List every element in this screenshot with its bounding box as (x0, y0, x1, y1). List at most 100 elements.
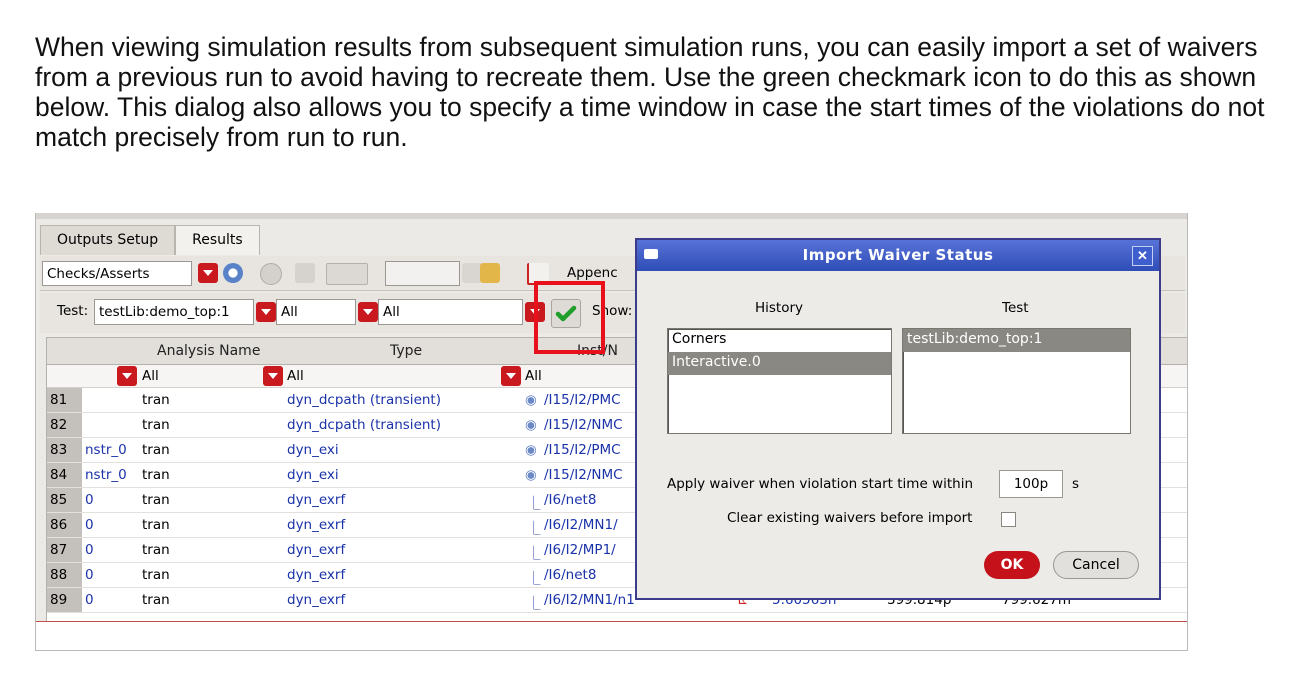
apply-waiver-label: Apply waiver when violation start time w… (667, 476, 974, 492)
spin-icon[interactable] (462, 263, 482, 283)
config-icon[interactable] (295, 263, 315, 283)
dialog-title-text: Import Waiver Status (802, 246, 994, 264)
row-type[interactable]: dyn_exrf (287, 592, 345, 608)
row-inst[interactable]: /I6/I2/MN1/ (544, 517, 618, 533)
view-select[interactable]: Checks/Asserts (42, 261, 192, 286)
row-number: 83 (47, 438, 82, 462)
dialog-title: Import Waiver Status (637, 240, 1159, 271)
filter-analysis-value[interactable]: All (142, 368, 159, 384)
row-analysis: tran (142, 442, 170, 458)
row-number: 86 (47, 513, 82, 537)
page-field[interactable] (385, 261, 460, 286)
waived-icon: ◉ (525, 392, 537, 408)
row-inst[interactable]: /I15/I2/PMC (544, 442, 621, 458)
filter-analysis-icon[interactable] (117, 366, 137, 386)
row-type[interactable]: dyn_exrf (287, 517, 345, 533)
waived-icon: ◉ (525, 442, 537, 458)
cancel-button[interactable]: Cancel (1053, 551, 1139, 579)
test-item[interactable]: testLib:demo_top:1 (903, 329, 1130, 352)
screenshot-bottom-band (36, 621, 1187, 650)
intro-paragraph: When viewing simulation results from sub… (35, 32, 1265, 152)
filter-inst-value[interactable]: All (525, 368, 542, 384)
row-analysis: tran (142, 592, 170, 608)
ok-button[interactable]: OK (984, 551, 1040, 579)
tab-bar: Outputs Setup Results (40, 225, 260, 255)
row-analysis: tran (142, 542, 170, 558)
row-name[interactable]: 0 (85, 517, 94, 533)
filter-icon[interactable] (326, 263, 368, 285)
test-label: Test: (57, 303, 89, 319)
row-inst[interactable]: /I6/I2/MP1/ (544, 542, 616, 558)
row-type[interactable]: dyn_exrf (287, 492, 345, 508)
waived-icon: ◉ (525, 467, 537, 483)
time-unit-label: s (1072, 476, 1080, 492)
append-label[interactable]: Appenc (567, 265, 618, 281)
row-number: 84 (47, 463, 82, 487)
refresh-icon[interactable] (223, 263, 243, 283)
tab-outputs-setup[interactable]: Outputs Setup (40, 225, 176, 255)
row-number: 88 (47, 563, 82, 587)
edge-icon: ⎿ (527, 596, 541, 612)
row-name[interactable]: 0 (85, 567, 94, 583)
filter-type-icon[interactable] (263, 366, 283, 386)
clear-waivers-label: Clear existing waivers before import (727, 510, 973, 526)
edge-icon: ⎿ (527, 546, 541, 562)
row-type[interactable]: dyn_exi (287, 467, 339, 483)
edge-icon: ⎿ (527, 496, 541, 512)
row-type[interactable]: dyn_exrf (287, 542, 345, 558)
test-list[interactable]: testLib:demo_top:1 (902, 328, 1131, 434)
row-number: 85 (47, 488, 82, 512)
row-type[interactable]: dyn_dcpath (transient) (287, 392, 441, 408)
row-inst[interactable]: /I6/net8 (544, 567, 596, 583)
row-type[interactable]: dyn_dcpath (transient) (287, 417, 441, 433)
filter-select-1[interactable]: All (276, 299, 356, 325)
view-select-dropdown-icon[interactable] (198, 263, 218, 283)
row-name[interactable]: nstr_0 (85, 467, 127, 483)
history-item-interactive[interactable]: Interactive.0 (668, 352, 891, 375)
row-name[interactable]: 0 (85, 492, 94, 508)
highlight-box (534, 281, 605, 354)
filter-type-value[interactable]: All (287, 368, 304, 384)
col-analysis-name[interactable]: Analysis Name (157, 343, 260, 359)
row-analysis: tran (142, 392, 170, 408)
row-analysis: tran (142, 467, 170, 483)
test-select-dropdown-icon[interactable] (256, 302, 276, 322)
row-inst[interactable]: /I15/I2/PMC (544, 392, 621, 408)
test-list-label: Test (1002, 300, 1029, 316)
history-item-corners[interactable]: Corners (668, 329, 891, 352)
row-analysis: tran (142, 492, 170, 508)
window-menu-icon[interactable] (644, 249, 658, 259)
time-window-input[interactable]: 100p (999, 470, 1063, 498)
waived-icon: ◉ (525, 417, 537, 433)
edge-icon: ⎿ (527, 571, 541, 587)
row-inst[interactable]: /I15/I2/NMC (544, 467, 623, 483)
close-icon[interactable]: ✕ (1132, 246, 1153, 266)
test-select[interactable]: testLib:demo_top:1 (94, 299, 254, 325)
filter-select-2[interactable]: All (378, 299, 523, 325)
row-name[interactable]: 0 (85, 592, 94, 608)
clear-waivers-checkbox[interactable] (1001, 512, 1016, 527)
row-inst[interactable]: /I6/I2/MN1/n1 (544, 592, 635, 608)
row-inst[interactable]: /I15/I2/NMC (544, 417, 623, 433)
filter-select-1-dropdown-icon[interactable] (358, 302, 378, 322)
row-number: 87 (47, 538, 82, 562)
filter-inst-icon[interactable] (501, 366, 521, 386)
row-name[interactable]: nstr_0 (85, 442, 127, 458)
history-list[interactable]: Corners Interactive.0 (667, 328, 892, 434)
row-number: 89 (47, 588, 82, 612)
row-name[interactable]: 0 (85, 542, 94, 558)
stop-icon[interactable] (260, 263, 282, 285)
row-type[interactable]: dyn_exi (287, 442, 339, 458)
row-inst[interactable]: /I6/net8 (544, 492, 596, 508)
history-label: History (755, 300, 804, 316)
tab-results[interactable]: Results (175, 225, 260, 255)
row-type[interactable]: dyn_exrf (287, 567, 345, 583)
window-top-edge (36, 213, 1187, 219)
import-waiver-dialog: Import Waiver Status ✕ History Test Corn… (635, 238, 1161, 600)
row-number: 81 (47, 388, 82, 412)
col-type[interactable]: Type (390, 343, 422, 359)
row-number: 82 (47, 413, 82, 437)
print-icon[interactable] (480, 263, 500, 283)
row-analysis: tran (142, 567, 170, 583)
row-analysis: tran (142, 517, 170, 533)
